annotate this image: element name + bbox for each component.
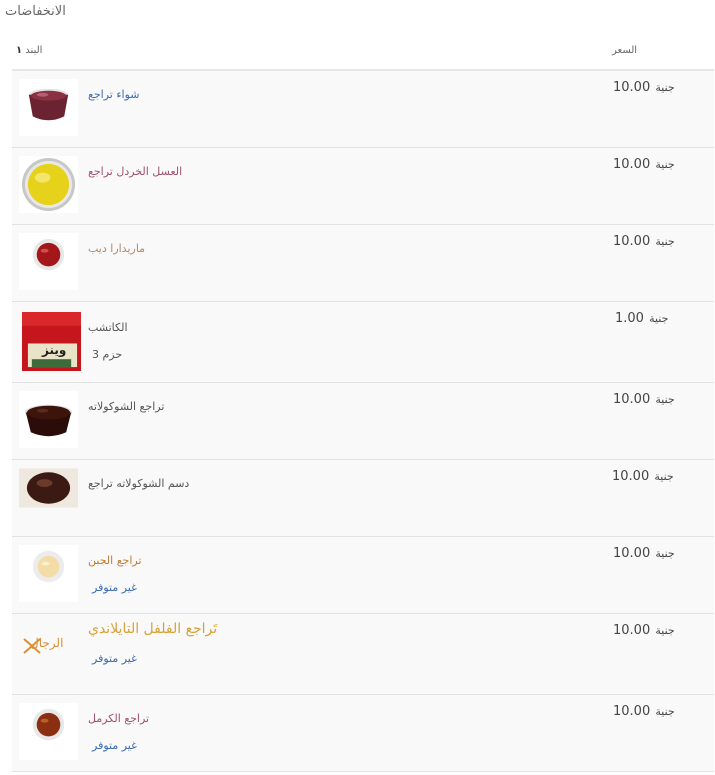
item-price: 10.00 جنية <box>613 623 675 638</box>
page-title: الانخفاضات <box>5 4 66 19</box>
item-thumbnail: وينز <box>22 312 81 371</box>
item-thumbnail <box>19 79 78 136</box>
chocolate-cup-image <box>19 391 78 448</box>
list-item[interactable]: تراجع الجبن غير متوفر 10.00 جنية <box>12 537 714 614</box>
list-item[interactable]: الرجال تَراجع الفلفل التايلاندي غير متوف… <box>12 614 714 695</box>
honey-mustard-cup-image <box>19 156 78 213</box>
list-item[interactable]: تراجع الشوكولاته 10.00 جنية <box>12 383 714 460</box>
price-amount: 10.00 <box>612 469 650 484</box>
ketchup-packet-image <box>22 312 81 371</box>
item-name[interactable]: شواء تراجع <box>88 88 139 101</box>
price-currency: جنية <box>655 705 675 718</box>
item-name[interactable]: تراجع الشوكولاته <box>88 400 164 413</box>
price-amount: 10.00 <box>613 546 651 561</box>
item-thumbnail <box>19 233 78 290</box>
item-thumbnail <box>19 545 78 602</box>
price-currency: جنية <box>655 235 675 248</box>
item-price: 10.00 جنية <box>612 469 674 484</box>
price-amount: 10.00 <box>613 704 651 719</box>
price-amount: 10.00 <box>613 80 651 95</box>
price-currency: جنية <box>655 158 675 171</box>
header-item-count: ١ <box>16 45 23 56</box>
list-item[interactable]: العسل الخردل تراجع 10.00 جنية <box>12 148 714 225</box>
header-item-label: البند <box>25 45 43 56</box>
price-currency: جنية <box>655 624 675 637</box>
item-price: 10.00 جنية <box>613 392 675 407</box>
price-amount: 10.00 <box>613 623 651 638</box>
price-amount: 10.00 <box>613 157 651 172</box>
marinara-cup-image <box>19 233 78 290</box>
item-thumbnail <box>19 703 78 760</box>
price-currency: جنية <box>654 470 674 483</box>
item-price: 10.00 جنية <box>613 546 675 561</box>
caramel-cup-image <box>19 703 78 760</box>
item-name[interactable]: تَراجع الفلفل التايلاندي <box>88 621 217 637</box>
item-name[interactable]: تراجع الجبن <box>88 554 142 567</box>
price-currency: جنية <box>655 547 675 560</box>
item-thumbnail <box>19 156 78 213</box>
cheese-cup-image <box>19 545 78 602</box>
header-price-column[interactable]: السعر <box>612 45 637 56</box>
price-currency: جنية <box>655 393 675 406</box>
list-item[interactable]: شواء تراجع 10.00 جنية <box>12 71 714 148</box>
item-name[interactable]: الكاتشب <box>88 321 128 334</box>
item-name[interactable]: دسم الشوكولاته تراجع <box>88 477 189 490</box>
price-amount: 10.00 <box>613 234 651 249</box>
bbq-sauce-cup-image <box>19 79 78 136</box>
item-thumbnail <box>19 468 78 508</box>
table-header: البند ١ السعر <box>12 40 714 71</box>
item-price: 10.00 جنية <box>613 234 675 249</box>
price-amount: 1.00 <box>615 311 644 326</box>
item-name[interactable]: العسل الخردل تراجع <box>88 165 182 178</box>
header-item-column[interactable]: البند ١ <box>12 45 42 56</box>
chocolate-fudge-image <box>19 468 78 508</box>
brand-logo: الرجال <box>22 636 82 660</box>
item-subtext: غير متوفر <box>92 652 137 665</box>
list-item[interactable]: وينز الكاتشب حزم 3 1.00 جنية <box>12 302 714 383</box>
packet-brand: وينز <box>42 343 67 357</box>
item-price: 1.00 جنية <box>615 311 668 326</box>
item-name[interactable]: ماريدارا ديب <box>88 242 145 255</box>
item-price: 10.00 جنية <box>613 157 675 172</box>
items-list: شواء تراجع 10.00 جنية العسل الخردل تراجع… <box>12 71 714 772</box>
item-thumbnail <box>19 391 78 448</box>
list-item[interactable]: ماريدارا ديب 10.00 جنية <box>12 225 714 302</box>
price-amount: 10.00 <box>613 392 651 407</box>
item-price: 10.00 جنية <box>613 80 675 95</box>
item-subtext: حزم 3 <box>92 348 123 361</box>
list-item[interactable]: دسم الشوكولاته تراجع 10.00 جنية <box>12 460 714 537</box>
price-currency: جنية <box>655 81 675 94</box>
crossed-utensils-icon <box>23 638 41 654</box>
price-currency: جنية <box>649 312 669 325</box>
item-price: 10.00 جنية <box>613 704 675 719</box>
item-subtext: غير متوفر <box>92 739 137 752</box>
list-item[interactable]: تراجع الكرمل غير متوفر 10.00 جنية <box>12 695 714 772</box>
item-name[interactable]: تراجع الكرمل <box>88 712 149 725</box>
item-subtext: غير متوفر <box>92 581 137 594</box>
